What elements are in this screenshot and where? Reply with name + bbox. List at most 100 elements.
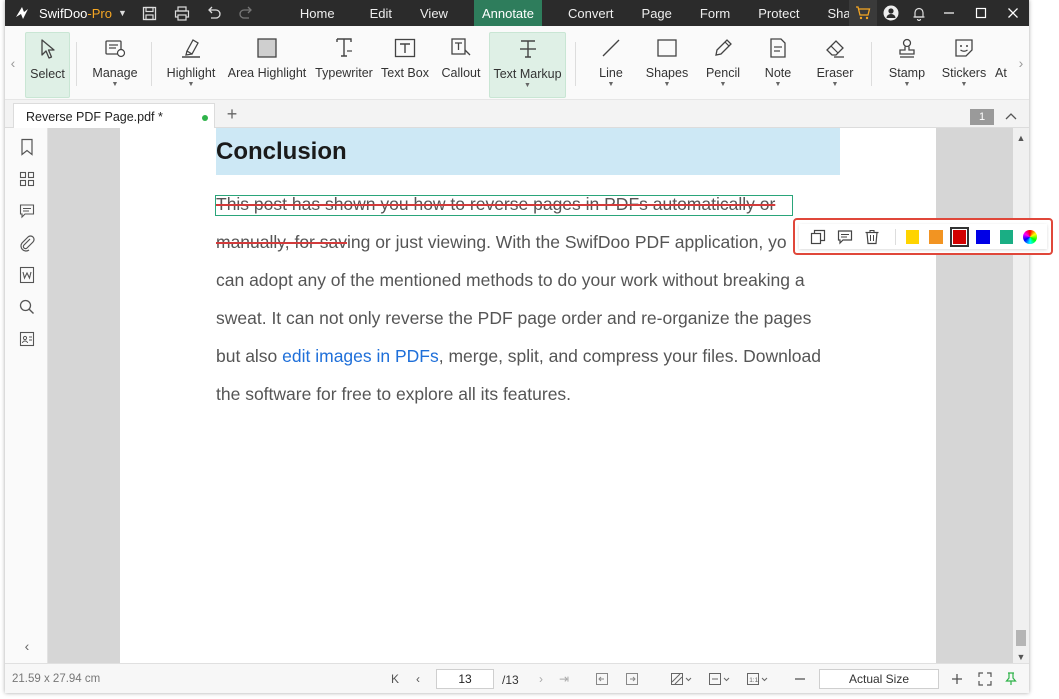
close-button[interactable] — [997, 0, 1029, 26]
word-convert-icon[interactable] — [17, 265, 37, 285]
add-tab-button[interactable]: + — [223, 104, 241, 124]
tab-edit[interactable]: Edit — [356, 0, 406, 26]
stickers-tool[interactable]: Stickers ▼ — [941, 32, 987, 98]
zoom-out-icon[interactable] — [791, 670, 809, 688]
maximize-button[interactable] — [965, 0, 997, 26]
notification-bell-icon[interactable] — [905, 0, 933, 26]
previous-view-icon[interactable] — [593, 670, 611, 688]
color-swatch-orange[interactable] — [929, 229, 943, 244]
scroll-thumb[interactable] — [1016, 630, 1026, 646]
eraser-tool-label: Eraser — [816, 66, 854, 80]
vertical-scrollbar[interactable]: ▲ ▼ — [1013, 128, 1029, 663]
line-tool[interactable]: Line ▼ — [591, 32, 631, 98]
zoom-in-icon[interactable] — [948, 670, 966, 688]
eraser-tool[interactable]: Eraser ▼ — [813, 32, 857, 98]
callout-tool-label: Callout — [441, 66, 481, 80]
print-icon[interactable] — [173, 4, 191, 22]
pencil-dropdown-icon[interactable]: ▼ — [720, 81, 727, 89]
search-icon[interactable] — [17, 297, 37, 317]
text-markup-dropdown-icon[interactable]: ▼ — [524, 82, 531, 90]
callout-tool[interactable]: Callout — [439, 32, 483, 98]
document-tab[interactable]: Reverse PDF Page.pdf * — [13, 103, 215, 129]
thumbnails-icon[interactable] — [17, 169, 37, 189]
color-swatch-red[interactable] — [949, 226, 970, 247]
comment-icon[interactable] — [834, 226, 855, 248]
typewriter-tool[interactable]: Typewriter — [315, 32, 373, 98]
first-page-icon[interactable]: K — [386, 670, 404, 688]
highlight-dropdown-icon[interactable]: ▼ — [188, 81, 195, 89]
tab-page[interactable]: Page — [628, 0, 686, 26]
actual-size-mode-icon[interactable]: 1:1 — [745, 670, 771, 688]
save-icon[interactable] — [141, 4, 159, 22]
redo-icon[interactable] — [237, 4, 255, 22]
document-tab-title: Reverse PDF Page.pdf * — [26, 109, 163, 124]
edit-images-link[interactable]: edit images in PDFs — [282, 346, 439, 366]
strikeout-text: manually, for sav — [216, 232, 347, 252]
shapes-tool[interactable]: Shapes ▼ — [644, 32, 690, 98]
undo-icon[interactable] — [205, 4, 223, 22]
pdf-page[interactable]: Conclusion This post has shown you how t… — [120, 128, 936, 663]
scroll-up-icon[interactable]: ▲ — [1013, 130, 1029, 146]
note-tool[interactable]: Note ▼ — [761, 32, 795, 98]
manage-tool[interactable]: Manage ▼ — [91, 32, 139, 98]
tab-convert[interactable]: Convert — [554, 0, 628, 26]
line-dropdown-icon[interactable]: ▼ — [608, 81, 615, 89]
note-dropdown-icon[interactable]: ▼ — [775, 81, 782, 89]
minimize-button[interactable] — [933, 0, 965, 26]
stickers-dropdown-icon[interactable]: ▼ — [961, 81, 968, 89]
attachment-icon[interactable] — [17, 233, 37, 253]
pin-icon[interactable] — [1002, 670, 1020, 688]
shapes-dropdown-icon[interactable]: ▼ — [664, 81, 671, 89]
attachment-tool[interactable]: At — [995, 32, 1011, 98]
fullscreen-icon[interactable] — [976, 670, 994, 688]
app-menu-caret-icon[interactable]: ▼ — [118, 8, 127, 18]
text-markup-tool[interactable]: Text Markup ▼ — [489, 32, 566, 98]
delete-icon[interactable] — [862, 226, 883, 248]
comments-icon[interactable] — [17, 201, 37, 221]
ribbon-scroll-right-icon[interactable]: › — [1013, 26, 1029, 100]
manage-dropdown-icon[interactable]: ▼ — [112, 81, 119, 89]
previous-page-icon[interactable]: ‹ — [409, 670, 427, 688]
last-page-icon[interactable]: ⇥ — [555, 670, 573, 688]
user-avatar-icon[interactable] — [877, 0, 905, 26]
document-viewport: Conclusion This post has shown you how t… — [48, 128, 1013, 663]
tab-view[interactable]: View — [406, 0, 462, 26]
page-background-icon[interactable] — [669, 670, 695, 688]
signature-icon[interactable] — [17, 329, 37, 349]
tab-form[interactable]: Form — [686, 0, 744, 26]
area-highlight-tool[interactable]: Area Highlight — [227, 32, 307, 98]
collapse-ribbon-icon[interactable] — [1003, 108, 1019, 124]
zoom-level-select[interactable]: Actual Size — [819, 669, 939, 689]
color-swatch-green[interactable] — [999, 229, 1014, 244]
pencil-tool[interactable]: Pencil ▼ — [703, 32, 743, 98]
page-size-readout: 21.59 x 27.94 cm — [12, 673, 101, 685]
highlight-tool[interactable]: Highlight ▼ — [164, 32, 218, 98]
ribbon-scroll-left-icon[interactable]: ‹ — [5, 26, 21, 100]
cart-icon[interactable] — [849, 0, 877, 26]
stamp-icon — [893, 34, 921, 62]
tab-protect[interactable]: Protect — [744, 0, 813, 26]
next-view-icon[interactable] — [623, 670, 641, 688]
stamp-tool-label: Stamp — [888, 66, 926, 80]
page-layout-icon[interactable] — [707, 670, 733, 688]
stamp-tool[interactable]: Stamp ▼ — [887, 32, 927, 98]
line-tool-label: Line — [599, 66, 623, 80]
paragraph-line-1: This post has shown you how to reverse p… — [216, 194, 775, 215]
tab-home[interactable]: Home — [279, 0, 356, 26]
popup-divider — [894, 228, 896, 245]
attachment-icon — [995, 34, 1011, 62]
color-swatch-yellow[interactable] — [905, 229, 920, 244]
copy-icon[interactable] — [807, 226, 828, 248]
eraser-dropdown-icon[interactable]: ▼ — [832, 81, 839, 89]
stamp-dropdown-icon[interactable]: ▼ — [904, 81, 911, 89]
next-page-icon[interactable]: › — [532, 670, 550, 688]
custom-color-wheel-icon[interactable] — [1023, 229, 1037, 244]
bookmark-icon[interactable] — [17, 137, 37, 157]
select-tool[interactable]: Select — [25, 32, 70, 98]
text-box-tool[interactable]: Text Box — [380, 32, 430, 98]
tab-annotate[interactable]: Annotate — [473, 0, 542, 26]
app-logo[interactable]: SwifDoo-Pro ▼ — [5, 0, 127, 26]
color-swatch-blue[interactable] — [976, 229, 990, 244]
sidebar-collapse-icon[interactable]: ‹ — [19, 638, 35, 654]
page-number-input[interactable]: 13 — [436, 669, 494, 689]
